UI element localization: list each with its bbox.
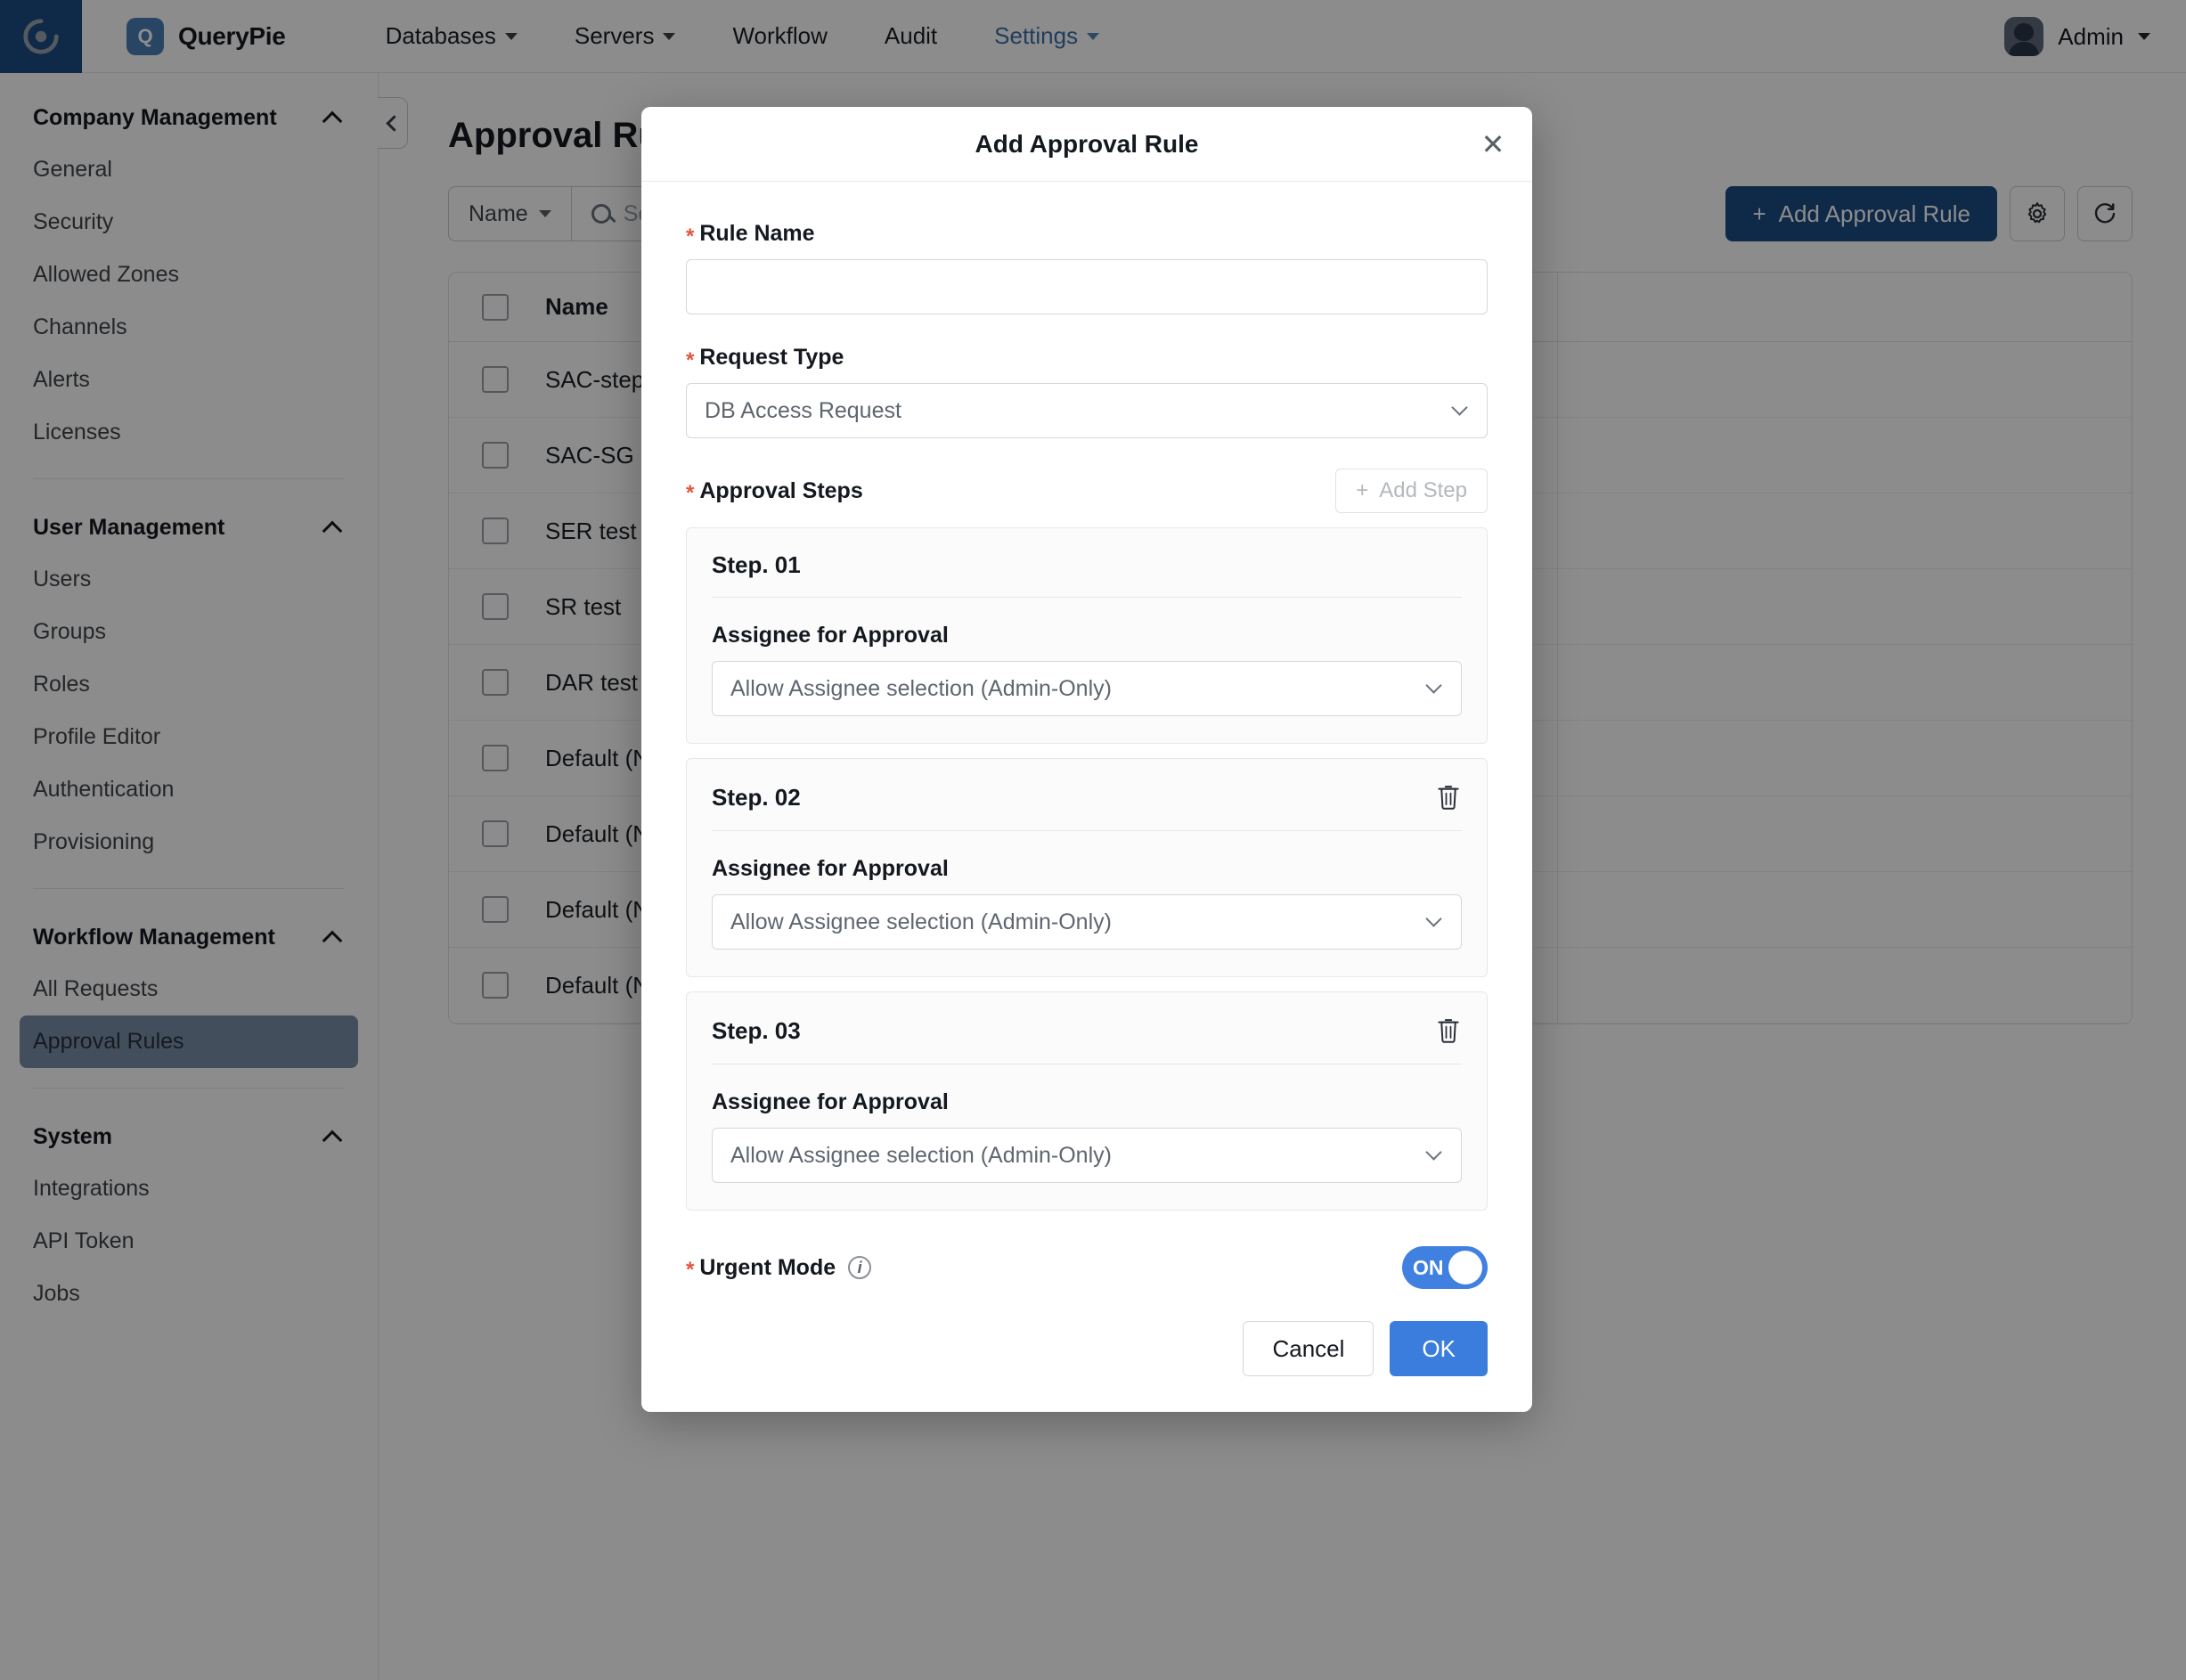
request-type-value: DB Access Request bbox=[705, 397, 901, 423]
step-card-header: Step. 03 bbox=[712, 1015, 1462, 1064]
chevron-down-icon bbox=[1425, 1144, 1442, 1161]
dialog-header: Add Approval Rule ✕ bbox=[641, 107, 1532, 182]
app-root: Q QueryPie Databases Servers Workflow Au… bbox=[0, 0, 2186, 1680]
required-asterisk: * bbox=[686, 1258, 695, 1282]
urgent-mode-label: Urgent Mode bbox=[699, 1254, 836, 1280]
trash-icon[interactable] bbox=[1435, 1015, 1462, 1046]
assignee-value: Allow Assignee selection (Admin-Only) bbox=[730, 1142, 1112, 1168]
rule-name-label-row: * Rule Name bbox=[686, 221, 1488, 247]
assignee-label: Assignee for Approval bbox=[712, 623, 949, 648]
step-card-header: Step. 02 bbox=[712, 782, 1462, 831]
assignee-select[interactable]: Allow Assignee selection (Admin-Only) bbox=[712, 1128, 1462, 1183]
approval-step-card: Step. 01 Assignee for Approval Allow Ass… bbox=[686, 527, 1488, 744]
chevron-down-icon bbox=[1451, 399, 1468, 416]
dialog-body: * Rule Name * Request Type DB Access Req… bbox=[641, 182, 1532, 1289]
dialog-title: Add Approval Rule bbox=[975, 129, 1199, 158]
approval-step-card: Step. 03 Assignee for Approval Allow Ass… bbox=[686, 991, 1488, 1211]
assignee-label: Assignee for Approval bbox=[712, 856, 949, 881]
assignee-label: Assignee for Approval bbox=[712, 1089, 949, 1114]
step-title: Step. 03 bbox=[712, 1016, 801, 1044]
ok-button[interactable]: OK bbox=[1390, 1321, 1488, 1376]
cancel-button[interactable]: Cancel bbox=[1243, 1321, 1374, 1376]
approval-steps-label-row: * Approval Steps bbox=[686, 478, 863, 504]
urgent-mode-label-row: * Urgent Mode i bbox=[686, 1254, 872, 1282]
step-title: Step. 01 bbox=[712, 551, 801, 578]
add-step-label: Add Step bbox=[1379, 478, 1467, 502]
approval-steps-header: * Approval Steps + Add Step bbox=[686, 469, 1488, 513]
request-type-label: Request Type bbox=[699, 345, 844, 370]
assignee-value: Allow Assignee selection (Admin-Only) bbox=[730, 675, 1112, 701]
close-icon[interactable]: ✕ bbox=[1477, 128, 1509, 160]
info-icon[interactable]: i bbox=[848, 1256, 872, 1279]
add-approval-rule-dialog: Add Approval Rule ✕ * Rule Name * Reques… bbox=[641, 107, 1532, 1412]
field-urgent-mode: * Urgent Mode i ON bbox=[686, 1246, 1488, 1289]
rule-name-label: Rule Name bbox=[699, 221, 815, 246]
trash-icon[interactable] bbox=[1435, 782, 1462, 812]
field-request-type: * Request Type DB Access Request bbox=[686, 345, 1488, 438]
required-asterisk: * bbox=[686, 224, 695, 249]
approval-steps-label: Approval Steps bbox=[699, 477, 863, 503]
rule-name-input[interactable] bbox=[686, 259, 1488, 314]
plus-icon: + bbox=[1356, 478, 1369, 502]
dialog-footer: Cancel OK bbox=[641, 1298, 1532, 1412]
field-rule-name: * Rule Name bbox=[686, 221, 1488, 314]
assignee-select[interactable]: Allow Assignee selection (Admin-Only) bbox=[712, 894, 1462, 950]
required-asterisk: * bbox=[686, 347, 695, 372]
assignee-value: Allow Assignee selection (Admin-Only) bbox=[730, 909, 1112, 934]
chevron-down-icon bbox=[1425, 910, 1442, 927]
field-approval-steps: * Approval Steps + Add Step Step. 01 Ass… bbox=[686, 469, 1488, 1211]
step-title: Step. 02 bbox=[712, 783, 801, 811]
request-type-label-row: * Request Type bbox=[686, 345, 1488, 371]
urgent-mode-toggle[interactable]: ON bbox=[1402, 1246, 1488, 1289]
toggle-state-label: ON bbox=[1413, 1255, 1444, 1279]
toggle-knob bbox=[1448, 1251, 1482, 1284]
assignee-select[interactable]: Allow Assignee selection (Admin-Only) bbox=[712, 661, 1462, 716]
step-card-header: Step. 01 bbox=[712, 551, 1462, 598]
add-step-button[interactable]: + Add Step bbox=[1335, 469, 1488, 513]
approval-step-card: Step. 02 Assignee for Approval Allow Ass… bbox=[686, 758, 1488, 977]
required-asterisk: * bbox=[686, 481, 695, 505]
chevron-down-icon bbox=[1425, 677, 1442, 694]
request-type-select[interactable]: DB Access Request bbox=[686, 383, 1488, 438]
